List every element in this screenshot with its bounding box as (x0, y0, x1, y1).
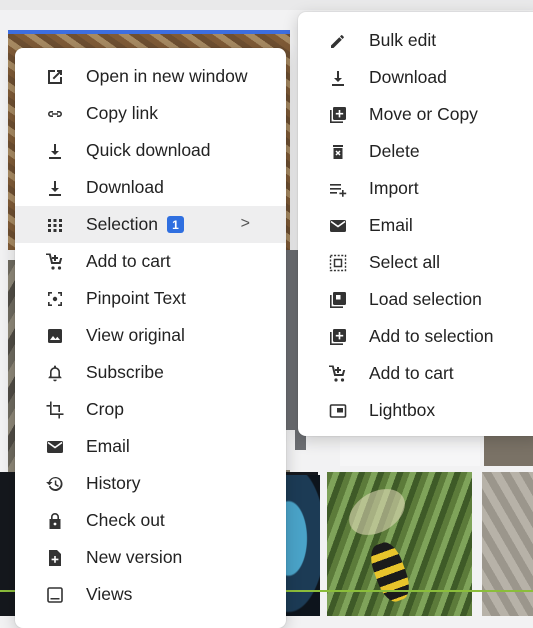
context-menu: Open in new window Copy link Quick downl… (15, 48, 286, 628)
submenu-item-lightbox[interactable]: Lightbox (298, 392, 533, 429)
mail-icon (45, 437, 65, 457)
grid-icon (45, 215, 65, 235)
copy-plus-icon (328, 105, 348, 125)
import-list-icon (328, 179, 348, 199)
menu-item-label: Add to cart (369, 363, 454, 383)
bell-icon (45, 363, 65, 383)
menu-item-open-new-window[interactable]: Open in new window (15, 58, 286, 95)
menu-item-download[interactable]: Download (15, 169, 286, 206)
thumbnail-pebbles[interactable] (482, 472, 533, 616)
download-icon (45, 178, 65, 198)
selection-count-badge: 1 (167, 216, 184, 233)
menu-item-label: Views (86, 584, 133, 604)
file-plus-icon (45, 548, 65, 568)
cart-plus-icon (328, 364, 348, 384)
mail-icon (328, 216, 348, 236)
views-icon (45, 585, 65, 605)
menu-item-check-out[interactable]: Check out (15, 502, 286, 539)
link-icon (45, 104, 65, 124)
load-selection-icon (328, 290, 348, 310)
submenu-item-delete[interactable]: Delete (298, 133, 533, 170)
menu-item-selection[interactable]: Selection 1 > (15, 206, 286, 243)
menu-item-crop[interactable]: Crop (15, 391, 286, 428)
submenu-item-download[interactable]: Download (298, 59, 533, 96)
lock-icon (45, 511, 65, 531)
menu-item-label: Download (86, 177, 164, 197)
history-icon (45, 474, 65, 494)
menu-item-label: Import (369, 178, 419, 198)
menu-item-label: Move or Copy (369, 104, 478, 124)
open-external-icon (45, 67, 65, 87)
download-icon (328, 68, 348, 88)
menu-item-pinpoint-text[interactable]: Pinpoint Text (15, 280, 286, 317)
menu-item-new-version[interactable]: New version (15, 539, 286, 576)
lightbox-icon (328, 401, 348, 421)
menu-item-label: Email (369, 215, 413, 235)
menu-item-quick-download[interactable]: Quick download (15, 132, 286, 169)
menu-item-label: Crop (86, 399, 124, 419)
copy-plus-icon (328, 327, 348, 347)
submenu-item-move-or-copy[interactable]: Move or Copy (298, 96, 533, 133)
menu-item-label: Email (86, 436, 130, 456)
menu-item-email[interactable]: Email (15, 428, 286, 465)
menu-item-label: Add to selection (369, 326, 494, 346)
submenu-item-load-selection[interactable]: Load selection (298, 281, 533, 318)
wasp-body (365, 538, 415, 606)
submenu-item-email[interactable]: Email (298, 207, 533, 244)
trash-icon (328, 142, 348, 162)
submenu-item-import[interactable]: Import (298, 170, 533, 207)
menu-item-label: Bulk edit (369, 30, 437, 50)
focus-icon (45, 289, 65, 309)
cart-plus-icon (45, 252, 65, 272)
select-all-icon (328, 253, 348, 273)
menu-item-label: New version (86, 547, 183, 567)
submenu-item-bulk-edit[interactable]: Bulk edit (298, 22, 533, 59)
thumbnail-wasp[interactable] (327, 472, 472, 616)
menu-item-label: Select all (369, 252, 441, 272)
selection-submenu: Bulk edit Download Move or Copy Delete I… (298, 12, 533, 436)
menu-item-label: Delete (369, 141, 420, 161)
top-bar-strip (0, 0, 533, 10)
submenu-item-add-to-cart[interactable]: Add to cart (298, 355, 533, 392)
wasp-wing (341, 479, 413, 545)
menu-item-views[interactable]: Views (15, 576, 286, 613)
menu-item-label: Check out (86, 510, 165, 530)
menu-item-label: Copy link (86, 103, 158, 123)
menu-item-label: Lightbox (369, 400, 436, 420)
menu-item-label: Selection (86, 214, 158, 234)
menu-item-label: Add to cart (86, 251, 171, 271)
image-icon (45, 326, 65, 346)
menu-item-subscribe[interactable]: Subscribe (15, 354, 286, 391)
menu-item-label: Open in new window (86, 66, 248, 86)
menu-item-label: Subscribe (86, 362, 164, 382)
menu-item-label: Load selection (369, 289, 482, 309)
thumbnail-card-bg (340, 436, 480, 466)
menu-item-view-original[interactable]: View original (15, 317, 286, 354)
pencil-icon (328, 31, 348, 51)
menu-item-label: Download (369, 67, 447, 87)
menu-item-copy-link[interactable]: Copy link (15, 95, 286, 132)
crop-icon (45, 400, 65, 420)
menu-item-history[interactable]: History (15, 465, 286, 502)
submenu-item-select-all[interactable]: Select all (298, 244, 533, 281)
chevron-right-icon: > (240, 215, 250, 232)
menu-item-label: History (86, 473, 141, 493)
submenu-item-add-to-selection[interactable]: Add to selection (298, 318, 533, 355)
menu-item-label: Pinpoint Text (86, 288, 186, 308)
menu-item-label: View original (86, 325, 185, 345)
download-icon (45, 141, 65, 161)
menu-item-add-to-cart[interactable]: Add to cart (15, 243, 286, 280)
menu-item-label: Quick download (86, 140, 211, 160)
